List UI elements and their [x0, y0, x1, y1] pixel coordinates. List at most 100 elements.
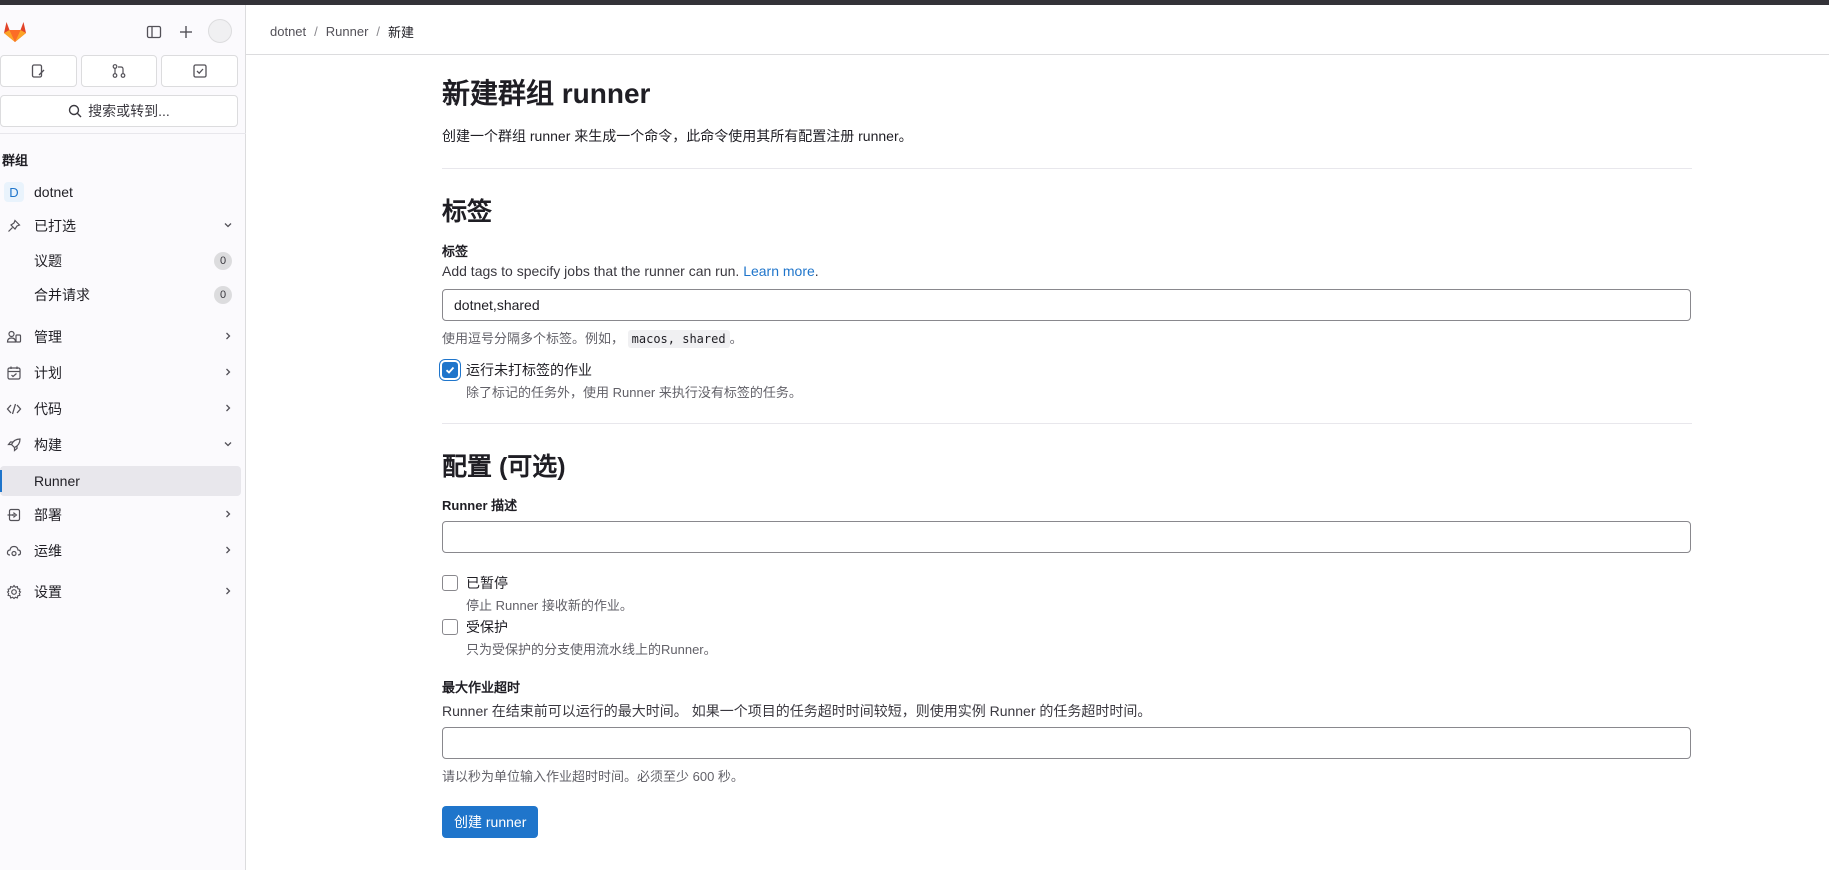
- paused-option: 已暂停 停止 Runner 接收新的作业。: [442, 573, 633, 614]
- todos-counter-button[interactable]: [161, 55, 239, 87]
- users-icon: [0, 329, 28, 345]
- breadcrumb: dotnet / Runner / 新建: [270, 22, 414, 41]
- sidebar-item-issues[interactable]: 议题 0: [0, 246, 242, 276]
- chevron-right-icon: [222, 584, 234, 600]
- checkmark-icon: [445, 366, 455, 374]
- issues-counter-button[interactable]: [0, 55, 77, 87]
- run-untagged-checkbox[interactable]: [442, 362, 458, 378]
- chevron-right-icon: [222, 543, 234, 559]
- max-timeout-label: 最大作业超时: [442, 680, 521, 695]
- protected-checkbox[interactable]: [442, 619, 458, 635]
- search-button[interactable]: 搜索或转到...: [0, 95, 238, 127]
- sidebar-counters: [0, 55, 239, 91]
- sidebar-item-label: 议题: [34, 253, 62, 269]
- run-untagged-option: 运行未打标签的作业 除了标记的任务外，使用 Runner 来执行没有标签的任务。: [442, 360, 802, 401]
- deploy-icon: [0, 507, 28, 523]
- tags-input[interactable]: [442, 289, 1691, 321]
- page-description: 创建一个群组 runner 来生成一个命令，此命令使用其所有配置注册 runne…: [442, 128, 913, 144]
- sidebar-item-plan[interactable]: 计划: [0, 358, 242, 388]
- rocket-icon: [0, 437, 28, 453]
- sidebar-item-group[interactable]: D dotnet: [0, 177, 242, 207]
- top-header: dotnet / Runner / 新建: [246, 5, 1829, 55]
- page-title: 新建群组 runner: [442, 78, 651, 109]
- paused-help: 停止 Runner 接收新的作业。: [466, 598, 633, 613]
- sidebar-item-label: 部署: [34, 507, 62, 523]
- breadcrumb-current: 新建: [388, 25, 415, 40]
- tags-heading: 标签: [442, 198, 493, 226]
- sidebar-item-label: dotnet: [34, 184, 73, 200]
- tags-hint: 使用逗号分隔多个标签。例如， macos, shared。: [442, 328, 743, 348]
- max-timeout-input[interactable]: [442, 727, 1691, 759]
- learn-more-link[interactable]: Learn more: [743, 263, 815, 279]
- sidebar-item-runner[interactable]: Runner: [0, 466, 241, 496]
- chevron-right-icon: [222, 507, 234, 523]
- sidebar-section-title: 群组: [2, 153, 29, 168]
- code-icon: [0, 401, 28, 417]
- search-icon: [68, 104, 82, 118]
- plus-icon[interactable]: [175, 21, 197, 43]
- create-runner-button[interactable]: 创建 runner: [442, 806, 539, 838]
- chevron-down-icon: [222, 218, 234, 234]
- gitlab-logo-icon[interactable]: [2, 19, 28, 43]
- paused-label: 已暂停: [466, 575, 508, 591]
- chevron-down-icon: [222, 437, 234, 453]
- sidebar-item-pinned[interactable]: 已打选: [0, 211, 242, 241]
- calendar-icon: [0, 365, 28, 381]
- max-timeout-help: Runner 在结束前可以运行的最大时间。 如果一个项目的任务超时时间较短，则使…: [442, 703, 1152, 719]
- protected-label: 受保护: [466, 619, 508, 635]
- sidebar-header: [0, 5, 246, 55]
- sidebar-item-manage[interactable]: 管理: [0, 322, 242, 352]
- protected-option: 受保护 只为受保护的分支使用流水线上的Runner。: [442, 617, 717, 658]
- protected-help: 只为受保护的分支使用流水线上的Runner。: [466, 642, 717, 657]
- breadcrumb-link-runner[interactable]: Runner: [326, 24, 369, 39]
- sidebar-item-label: 代码: [34, 401, 62, 417]
- runner-description-label: Runner 描述: [442, 498, 518, 513]
- paused-checkbox[interactable]: [442, 575, 458, 591]
- sidebar-item-label: 已打选: [34, 218, 76, 234]
- sidebar-item-operate[interactable]: 运维: [0, 536, 242, 566]
- sidebar: 搜索或转到... 群组 D dotnet 已打选 议题 0 合并请求 0 管理 …: [0, 5, 246, 870]
- tags-hint-suffix: 。: [729, 331, 743, 346]
- tags-hint-code: macos, shared: [627, 330, 730, 348]
- sidebar-item-label: 合并请求: [34, 287, 90, 303]
- section-divider: [442, 168, 1692, 169]
- sidebar-item-settings[interactable]: 设置: [0, 577, 242, 607]
- tags-help: Add tags to specify jobs that the runner…: [442, 263, 819, 279]
- tags-label: 标签: [442, 244, 469, 259]
- count-badge: 0: [214, 252, 232, 270]
- sidebar-item-label: 运维: [34, 543, 62, 559]
- sidebar-item-deploy[interactable]: 部署: [0, 500, 242, 530]
- runner-description-input[interactable]: [442, 521, 1691, 553]
- sidebar-item-label: Runner: [34, 473, 80, 489]
- user-avatar[interactable]: [208, 19, 232, 43]
- gear-icon: [0, 584, 28, 600]
- run-untagged-label: 运行未打标签的作业: [466, 362, 592, 378]
- sidebar-item-label: 设置: [34, 584, 62, 600]
- merge-requests-counter-button[interactable]: [80, 55, 158, 87]
- merge-request-icon: [112, 64, 126, 78]
- sidebar-item-merge-requests[interactable]: 合并请求 0: [0, 280, 242, 310]
- group-avatar: D: [4, 182, 24, 202]
- todo-icon: [193, 64, 207, 78]
- sidebar-item-code[interactable]: 代码: [0, 394, 242, 424]
- chevron-right-icon: [222, 365, 234, 381]
- sidebar-item-label: 计划: [34, 365, 62, 381]
- breadcrumb-separator: /: [314, 24, 318, 39]
- pin-icon: [0, 219, 28, 233]
- chevron-right-icon: [222, 329, 234, 345]
- search-label: 搜索或转到...: [88, 103, 170, 119]
- tags-help-period: .: [814, 263, 819, 279]
- issues-icon: [32, 64, 45, 78]
- sidebar-item-label: 构建: [34, 437, 62, 453]
- max-timeout-hint: 请以秒为单位输入作业超时时间。必须至少 600 秒。: [442, 769, 744, 784]
- sidebar-item-build[interactable]: 构建: [0, 430, 242, 460]
- breadcrumb-separator: /: [376, 24, 381, 39]
- run-untagged-help: 除了标记的任务外，使用 Runner 来执行没有标签的任务。: [466, 385, 802, 400]
- section-divider: [442, 423, 1692, 424]
- count-badge: 0: [214, 286, 232, 304]
- toggle-sidebar-icon[interactable]: [143, 21, 165, 43]
- chevron-right-icon: [222, 401, 234, 417]
- tags-help-text: Add tags to specify jobs that the runner…: [442, 263, 740, 279]
- sidebar-item-label: 管理: [34, 329, 62, 345]
- breadcrumb-link-group[interactable]: dotnet: [270, 24, 306, 39]
